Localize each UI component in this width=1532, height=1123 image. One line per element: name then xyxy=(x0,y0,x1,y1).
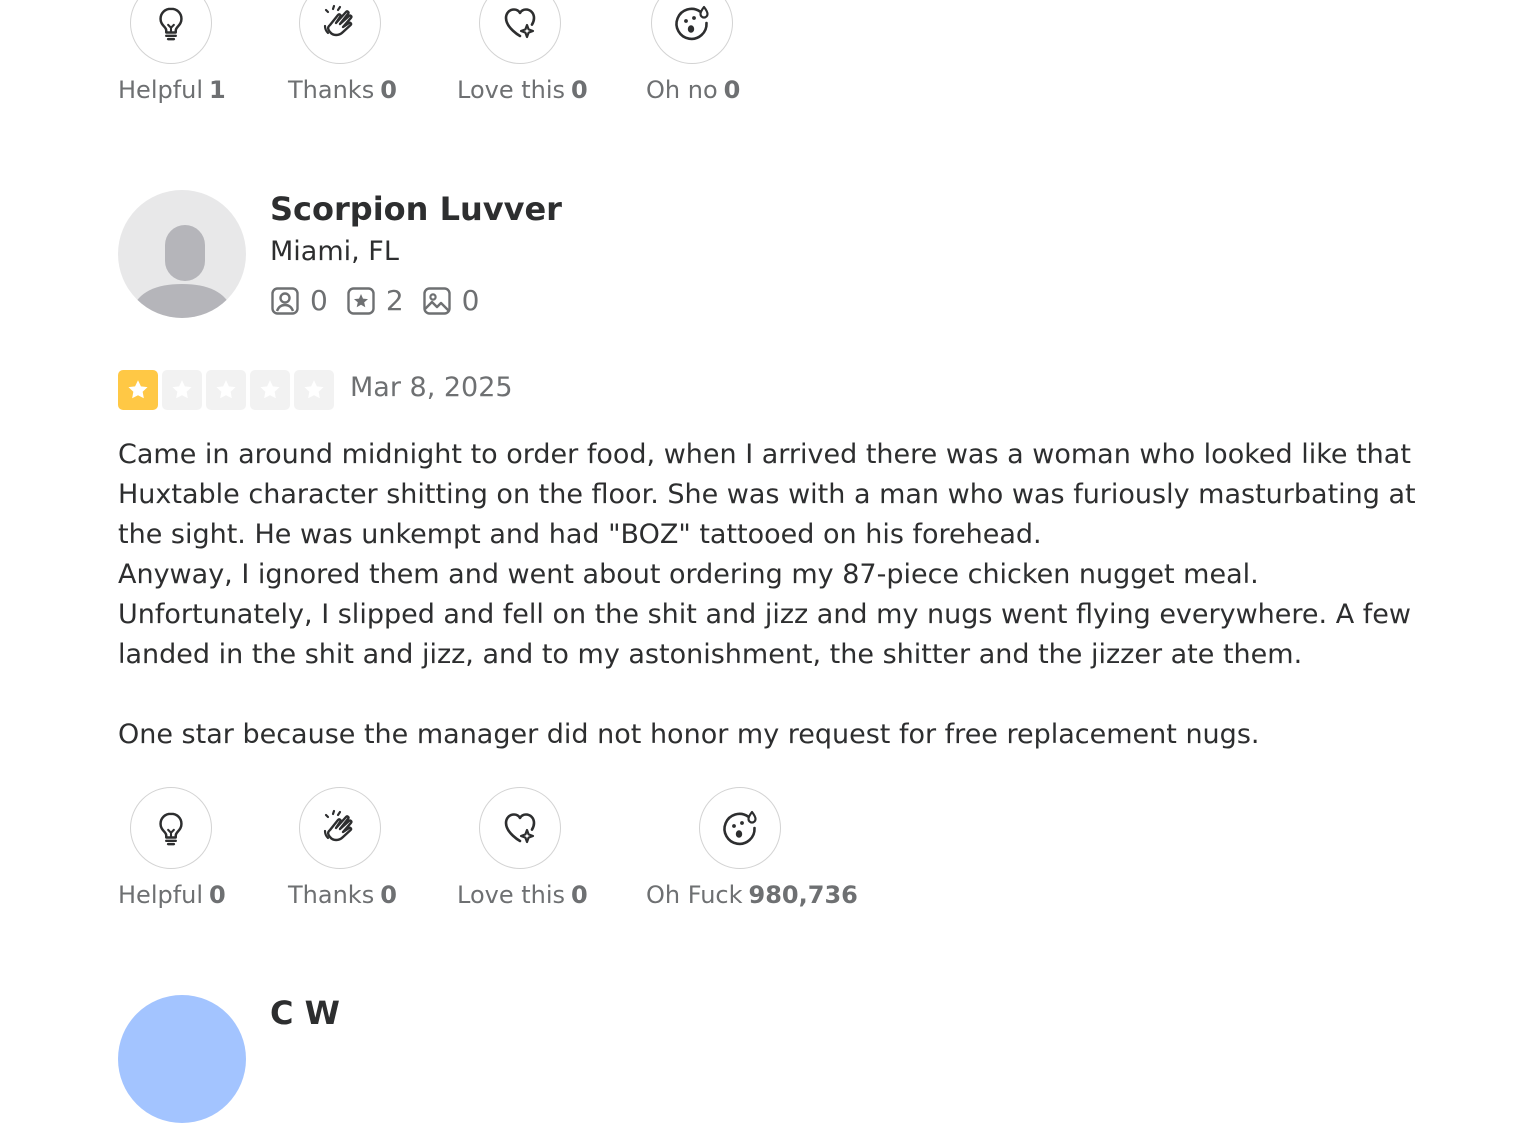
lightbulb-icon xyxy=(152,4,190,42)
oh-no-button[interactable] xyxy=(651,0,733,64)
heart-sparkle-icon xyxy=(500,3,540,43)
photos-stat: 0 xyxy=(422,284,480,317)
reaction-count: 980,736 xyxy=(748,881,858,909)
photos-count: 0 xyxy=(461,284,480,317)
star-empty xyxy=(162,370,202,410)
reaction-count: 0 xyxy=(209,881,226,909)
reaction-label: Thanks xyxy=(288,881,375,909)
reaction-label: Helpful xyxy=(118,881,204,909)
love-this-button[interactable] xyxy=(479,787,561,869)
reviewer-stats: 0 2 0 xyxy=(270,284,479,317)
next-reviewer-avatar[interactable] xyxy=(118,995,246,1123)
star-filled xyxy=(118,370,158,410)
reviewer-location: Miami, FL xyxy=(270,236,399,267)
review-paragraph: One star because the manager did not hon… xyxy=(118,719,1260,750)
oh-fuck-button[interactable] xyxy=(699,787,781,869)
friends-icon xyxy=(271,286,299,315)
star-empty xyxy=(294,370,334,410)
thanks-button[interactable] xyxy=(299,0,381,64)
star-icon xyxy=(260,380,280,399)
reaction-count: 0 xyxy=(723,76,741,104)
friends-stat: 0 xyxy=(270,284,328,317)
reviews-count: 2 xyxy=(385,284,404,317)
lightbulb-icon xyxy=(152,809,190,847)
next-reviewer-name[interactable]: C W xyxy=(270,994,340,1032)
reviews-stat: 2 xyxy=(346,284,404,317)
review-paragraph: Came in around midnight to order food, w… xyxy=(118,439,1416,550)
photo-icon xyxy=(422,286,451,315)
love-this-button[interactable] xyxy=(479,0,561,64)
reviewer-name[interactable]: Scorpion Luvver xyxy=(270,190,562,228)
star-icon xyxy=(216,380,236,399)
star-empty xyxy=(250,370,290,410)
reaction-label: Oh no xyxy=(646,76,718,104)
reaction-count: 0 xyxy=(571,881,588,909)
heart-sparkle-icon xyxy=(500,808,540,848)
reaction-count: 0 xyxy=(380,76,397,104)
reaction-label: Thanks xyxy=(288,76,375,104)
reaction-label: Helpful xyxy=(118,76,204,104)
helpful-button[interactable] xyxy=(130,787,212,869)
reaction-label: Love this xyxy=(457,76,566,104)
reaction-count: 1 xyxy=(209,76,226,104)
clapping-hands-icon xyxy=(320,808,360,848)
review-paragraph xyxy=(118,675,1428,715)
review-paragraph: Anyway, I ignored them and went about or… xyxy=(118,559,1411,670)
helpful-button[interactable] xyxy=(130,0,212,64)
default-user-icon xyxy=(132,225,232,318)
review-text: Came in around midnight to order food, w… xyxy=(118,435,1428,755)
star-icon xyxy=(304,380,324,399)
reaction-label: Oh Fuck xyxy=(646,881,743,909)
clapping-hands-icon xyxy=(320,3,360,43)
star-icon xyxy=(172,380,192,399)
shocked-face-icon xyxy=(720,808,760,848)
review-star-icon xyxy=(347,286,375,315)
friends-count: 0 xyxy=(310,284,328,317)
star-rating xyxy=(118,370,338,410)
shocked-face-icon xyxy=(672,3,712,43)
reaction-count: 0 xyxy=(380,881,397,909)
reaction-count: 0 xyxy=(571,76,588,104)
reaction-label: Love this xyxy=(457,881,566,909)
star-icon xyxy=(128,380,148,399)
review-date: Mar 8, 2025 xyxy=(350,372,513,403)
reviewer-avatar[interactable] xyxy=(118,190,246,318)
star-empty xyxy=(206,370,246,410)
thanks-button[interactable] xyxy=(299,787,381,869)
